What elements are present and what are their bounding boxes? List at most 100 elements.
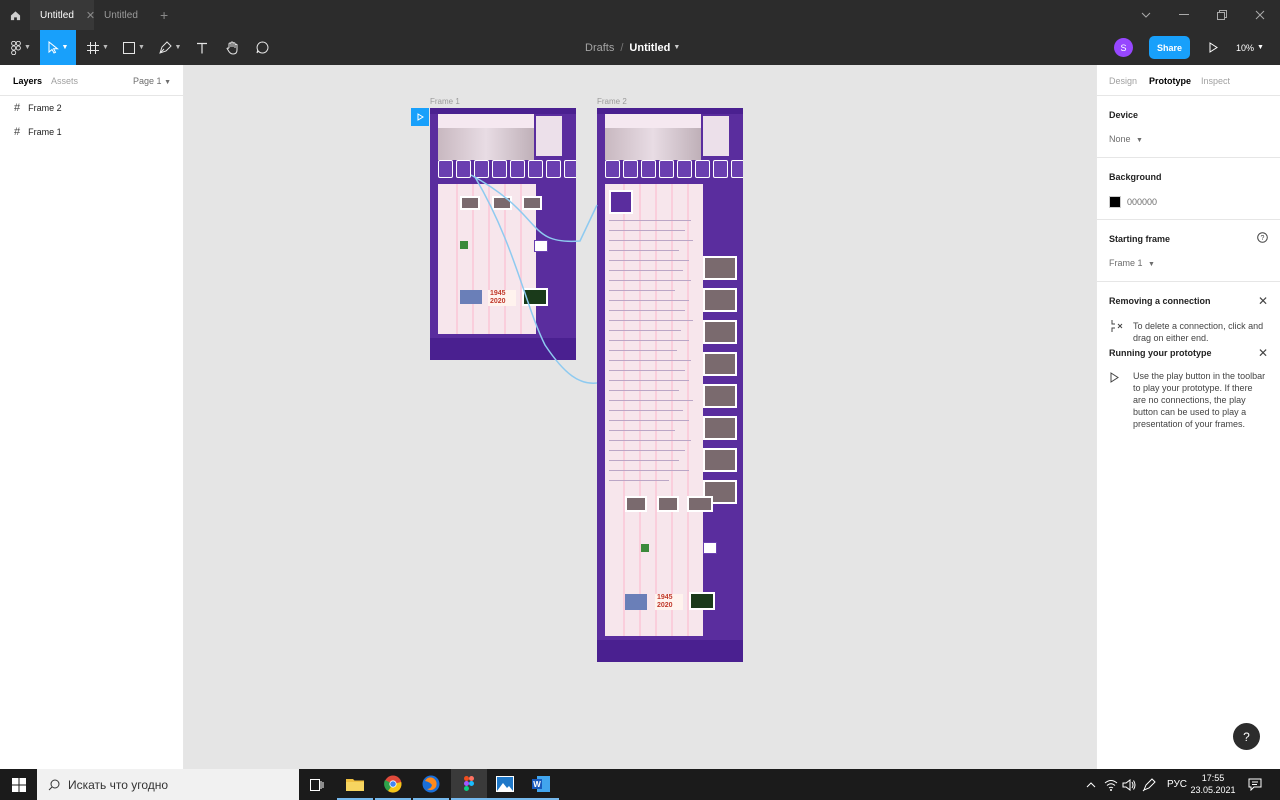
comment-icon bbox=[256, 41, 268, 54]
taskbar-search[interactable]: Искать что угодно bbox=[37, 769, 299, 800]
share-button[interactable]: Share bbox=[1149, 36, 1190, 59]
network-icon[interactable] bbox=[1104, 769, 1118, 800]
firefox-app[interactable] bbox=[413, 769, 449, 800]
removing-connection-text: To delete a connection, click and drag o… bbox=[1133, 321, 1264, 343]
background-section: Background 000000 bbox=[1097, 158, 1280, 220]
breadcrumb: Drafts / Untitled ▼ bbox=[585, 30, 680, 65]
chevron-down-icon: ▼ bbox=[138, 44, 145, 51]
zoom-level: 10% bbox=[1236, 42, 1255, 53]
chevron-down-icon: ▼ bbox=[24, 44, 31, 51]
word-icon: W bbox=[532, 775, 550, 792]
frame-tool-button[interactable]: ▼ bbox=[84, 30, 112, 65]
background-swatch[interactable] bbox=[1109, 196, 1121, 208]
tab-prototype[interactable]: Prototype bbox=[1149, 76, 1191, 86]
layer-frame-2[interactable]: # Frame 2 bbox=[0, 96, 183, 120]
tab-inspect[interactable]: Inspect bbox=[1201, 76, 1230, 86]
search-icon bbox=[48, 779, 60, 790]
windows-logo-icon bbox=[11, 777, 26, 792]
present-button[interactable] bbox=[1200, 30, 1226, 65]
language-indicator[interactable]: РУС bbox=[1167, 769, 1187, 800]
properties-panel: Design Prototype Inspect Device None ▼ B… bbox=[1096, 65, 1280, 769]
file-tab-inactive[interactable]: Untitled bbox=[94, 0, 158, 30]
play-icon bbox=[1209, 42, 1218, 53]
breadcrumb-drafts[interactable]: Drafts bbox=[585, 42, 614, 54]
word-app[interactable]: W bbox=[523, 769, 559, 800]
tab-design[interactable]: Design bbox=[1109, 76, 1137, 86]
main-menu-button[interactable]: ▼ bbox=[4, 30, 38, 65]
chevron-down-icon[interactable]: ▼ bbox=[673, 44, 680, 51]
window-tab-bar: Untitled ✕ Untitled + bbox=[0, 0, 1280, 30]
figma-logo-icon bbox=[11, 40, 21, 55]
left-panel-tabs: Layers Assets Page 1 ▼ bbox=[0, 65, 183, 96]
file-tab-label: Untitled bbox=[104, 9, 138, 21]
disconnect-icon bbox=[1110, 319, 1124, 335]
pen-icon bbox=[158, 41, 172, 54]
chevron-up-icon bbox=[1086, 781, 1096, 787]
restore-icon[interactable] bbox=[1204, 0, 1240, 30]
tab-layers[interactable]: Layers bbox=[13, 76, 42, 86]
hand-tool-button[interactable] bbox=[222, 30, 242, 65]
file-tab-active[interactable]: Untitled ✕ bbox=[30, 0, 95, 30]
figma-app-taskbar[interactable] bbox=[451, 769, 487, 800]
chrome-app[interactable] bbox=[375, 769, 411, 800]
removing-connection-title: Removing a connection bbox=[1109, 296, 1211, 306]
close-window-icon[interactable] bbox=[1242, 0, 1278, 30]
background-hex-input[interactable]: 000000 bbox=[1127, 197, 1157, 207]
layer-list: # Frame 2 # Frame 1 bbox=[0, 96, 183, 144]
help-circle-icon[interactable]: ? bbox=[1257, 232, 1268, 246]
show-hidden-icons-button[interactable] bbox=[1086, 769, 1096, 800]
move-tool-button[interactable]: ▼ bbox=[40, 30, 76, 65]
close-icon[interactable]: ✕ bbox=[1258, 346, 1268, 360]
prototype-connection[interactable] bbox=[470, 174, 598, 243]
background-title: Background bbox=[1109, 172, 1162, 182]
new-tab-icon[interactable]: + bbox=[160, 0, 176, 30]
prototype-connection[interactable] bbox=[474, 176, 598, 384]
notifications-icon[interactable] bbox=[1248, 769, 1262, 800]
file-explorer-app[interactable] bbox=[337, 769, 373, 800]
breadcrumb-separator: / bbox=[620, 41, 624, 54]
layer-frame-1[interactable]: # Frame 1 bbox=[0, 120, 183, 144]
page-name: Page 1 bbox=[133, 76, 162, 86]
chevron-down-icon: ▼ bbox=[1136, 137, 1143, 144]
chevron-down-icon: ▼ bbox=[61, 44, 69, 51]
shape-tool-button[interactable]: ▼ bbox=[120, 30, 148, 65]
cursor-icon bbox=[48, 41, 59, 54]
home-icon[interactable] bbox=[0, 0, 30, 30]
text-icon bbox=[197, 42, 207, 53]
task-view-icon bbox=[310, 778, 324, 791]
running-prototype-text: Use the play button in the toolbar to pl… bbox=[1133, 371, 1266, 429]
task-view-button[interactable] bbox=[299, 769, 335, 800]
file-name[interactable]: Untitled bbox=[629, 42, 670, 54]
starting-frame-value: Frame 1 bbox=[1109, 258, 1143, 268]
windows-start-button[interactable] bbox=[0, 769, 37, 800]
tab-assets[interactable]: Assets bbox=[51, 76, 78, 86]
text-tool-button[interactable] bbox=[192, 30, 212, 65]
photos-icon bbox=[496, 775, 514, 792]
chevron-down-icon[interactable] bbox=[1128, 0, 1164, 30]
chrome-icon bbox=[384, 775, 402, 793]
zoom-dropdown[interactable]: 10% ▼ bbox=[1236, 30, 1264, 65]
comment-tool-button[interactable] bbox=[252, 30, 272, 65]
avatar[interactable]: S bbox=[1114, 38, 1133, 57]
page-selector[interactable]: Page 1 ▼ bbox=[133, 76, 171, 86]
firefox-icon bbox=[422, 775, 440, 792]
canvas[interactable]: Frame 1 Frame 2 1945 2020 1945 2020 bbox=[185, 65, 1096, 769]
photos-app[interactable] bbox=[487, 769, 523, 800]
folder-icon bbox=[346, 778, 364, 791]
frame-hash-icon bbox=[87, 41, 100, 54]
volume-icon[interactable] bbox=[1122, 769, 1136, 800]
right-panel-tabs: Design Prototype Inspect bbox=[1097, 65, 1280, 96]
file-tab-label: Untitled bbox=[40, 9, 74, 21]
pen-tool-button[interactable]: ▼ bbox=[156, 30, 184, 65]
clock[interactable]: 17:55 23.05.2021 bbox=[1186, 772, 1240, 796]
minimize-icon[interactable] bbox=[1166, 0, 1202, 30]
starting-frame-dropdown[interactable]: Frame 1 ▼ bbox=[1109, 258, 1155, 268]
running-prototype-tip: Running your prototype ✕ Use the play bu… bbox=[1097, 346, 1280, 448]
frame-hash-icon: # bbox=[14, 126, 21, 138]
device-dropdown[interactable]: None ▼ bbox=[1109, 134, 1143, 144]
close-icon[interactable]: ✕ bbox=[1258, 294, 1268, 308]
help-button[interactable]: ? bbox=[1233, 723, 1260, 750]
rectangle-icon bbox=[123, 41, 136, 54]
layers-panel: Layers Assets Page 1 ▼ # Frame 2 # Frame… bbox=[0, 65, 184, 769]
pen-input-icon[interactable] bbox=[1142, 769, 1156, 800]
